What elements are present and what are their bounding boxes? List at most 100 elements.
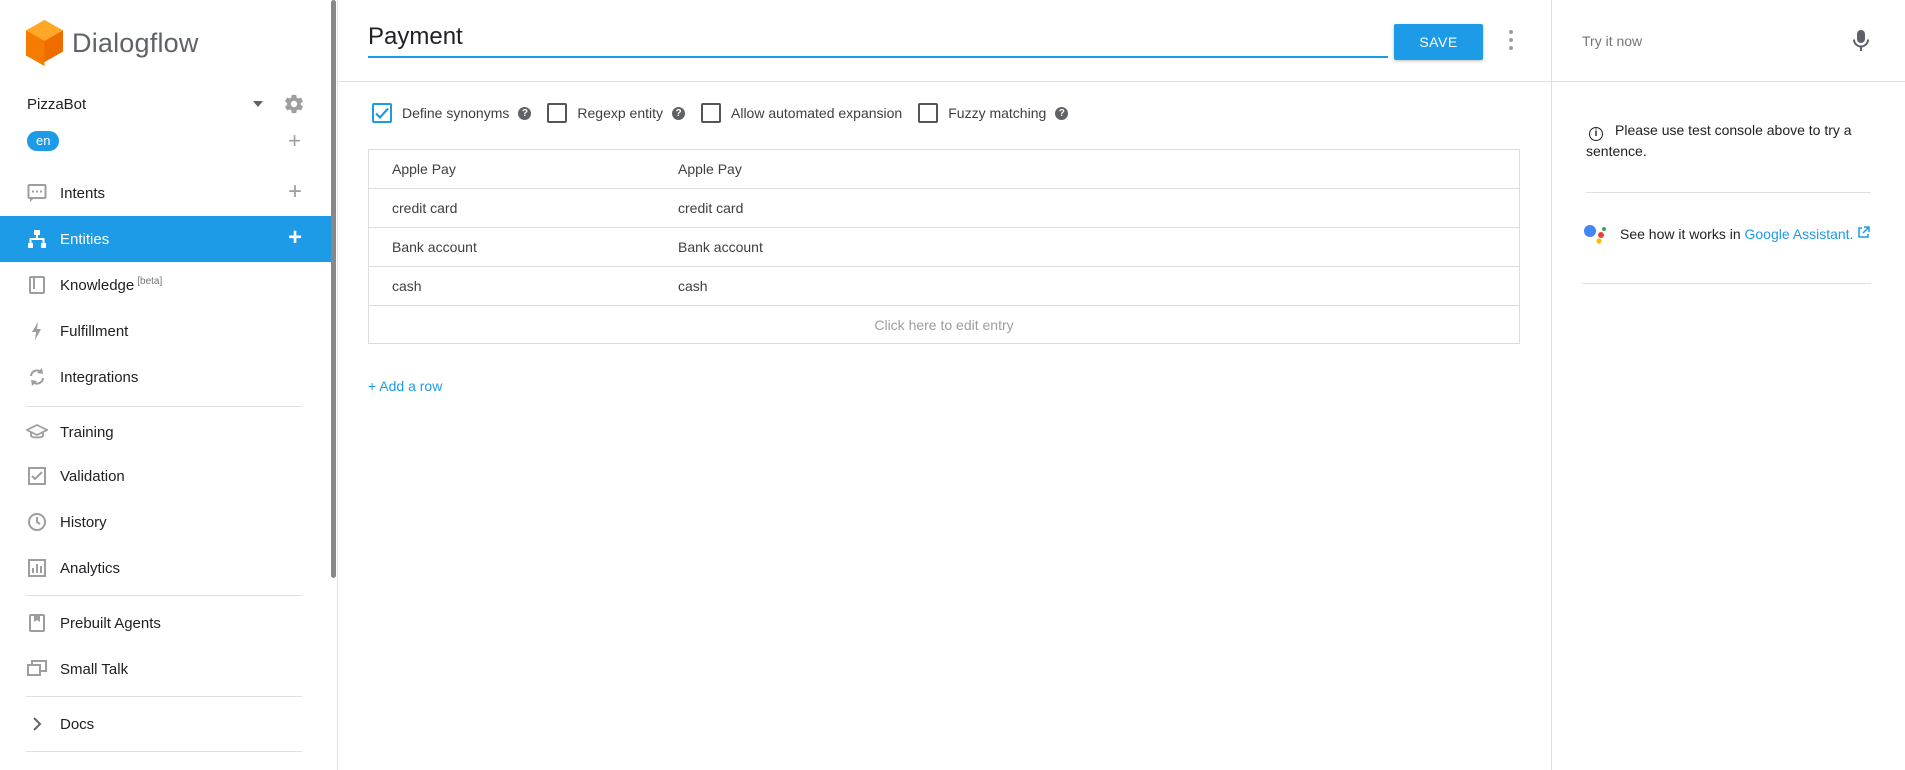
sidebar-item-label: Training	[60, 423, 114, 441]
option-label: Define synonyms	[402, 105, 510, 121]
sidebar-item-label: Docs	[60, 715, 95, 733]
option-label: Fuzzy matching	[948, 105, 1047, 121]
sidebar: Dialogflow PizzaBot en + Intents + Entit…	[0, 0, 338, 770]
sidebar-item-history[interactable]: History	[0, 499, 332, 545]
info-text: Please use test console above to try a s…	[1586, 122, 1852, 159]
ga-text: See how it works in Google Assistant.	[1620, 226, 1871, 242]
brand-name: Dialogflow	[72, 27, 199, 58]
checkbox-icon	[26, 465, 48, 487]
sync-icon	[26, 366, 48, 388]
try-it-now-bar	[1552, 0, 1905, 82]
add-entity-icon[interactable]: +	[288, 226, 302, 250]
beta-badge: [beta]	[137, 276, 163, 287]
book-icon	[26, 274, 48, 296]
option-fuzzy-matching[interactable]: Fuzzy matching ?	[918, 103, 1069, 123]
entity-name-input[interactable]	[368, 22, 1388, 58]
sidebar-scrollbar[interactable]	[331, 0, 336, 578]
add-intent-icon[interactable]: +	[288, 180, 302, 204]
sidebar-item-label: Prebuilt Agents	[60, 614, 161, 632]
sidebar-item-intents[interactable]: Intents +	[0, 170, 332, 216]
option-label: Regexp entity	[577, 105, 663, 121]
knowledge-label: Knowledge	[60, 277, 135, 294]
table-row[interactable]: credit card credit card	[369, 189, 1519, 228]
reference-value[interactable]: credit card	[369, 200, 678, 216]
sidebar-item-label: History	[60, 513, 107, 531]
microphone-icon[interactable]	[1853, 29, 1869, 52]
nav-divider	[26, 696, 302, 697]
sidebar-item-fulfillment[interactable]: Fulfillment	[0, 308, 332, 354]
synonyms-value[interactable]: cash	[678, 278, 1519, 294]
reference-value[interactable]: cash	[369, 278, 678, 294]
agent-name: PizzaBot	[27, 95, 87, 113]
sidebar-item-integrations[interactable]: Integrations	[0, 354, 332, 400]
option-regexp-entity[interactable]: Regexp entity ?	[547, 103, 685, 123]
google-assistant-link[interactable]: Google Assistant.	[1745, 226, 1854, 242]
fuzzy-matching-checkbox[interactable]	[918, 103, 939, 123]
external-link-icon[interactable]	[1857, 226, 1871, 239]
gear-icon[interactable]	[283, 93, 305, 115]
table-row[interactable]: cash cash	[369, 267, 1519, 306]
table-row[interactable]: Bank account Bank account	[369, 228, 1519, 267]
language-row: en +	[27, 130, 305, 152]
help-icon[interactable]: ?	[518, 106, 532, 120]
add-language-icon[interactable]: +	[288, 130, 301, 152]
console-info: i Please use test console above to try a …	[1586, 120, 1871, 193]
sidebar-item-training[interactable]: Training	[0, 411, 332, 453]
sidebar-item-label: Intents	[60, 184, 106, 202]
regexp-entity-checkbox[interactable]	[547, 103, 568, 123]
nav-divider	[26, 595, 302, 596]
sidebar-item-docs[interactable]: Docs	[0, 701, 332, 747]
google-assistant-promo: See how it works in Google Assistant.	[1582, 223, 1871, 284]
bar-chart-icon	[26, 557, 48, 579]
synonyms-value[interactable]: Apple Pay	[678, 161, 1519, 177]
sidebar-item-label: Fulfillment	[60, 322, 129, 340]
add-row-link[interactable]: + Add a row	[368, 378, 442, 394]
sidebar-item-knowledge[interactable]: Knowledge [beta]	[0, 262, 332, 308]
sidebar-item-analytics[interactable]: Analytics	[0, 545, 332, 591]
dialogflow-logo-icon	[26, 20, 63, 66]
table-row[interactable]: Apple Pay Apple Pay	[369, 150, 1519, 189]
sidebar-item-label: Validation	[60, 467, 125, 485]
sidebar-item-small-talk[interactable]: Small Talk	[0, 646, 332, 692]
sidebar-item-label: Knowledge [beta]	[60, 276, 162, 294]
reference-value[interactable]: Bank account	[369, 239, 678, 255]
chevron-right-icon	[26, 713, 48, 735]
more-options-icon[interactable]	[1508, 30, 1514, 50]
entity-editor: SAVE Define synonyms ? Regexp entity ? A…	[338, 0, 1551, 770]
info-icon: i	[1589, 126, 1603, 141]
entity-table: Apple Pay Apple Pay credit card credit c…	[368, 149, 1520, 344]
sidebar-item-prebuilt-agents[interactable]: Prebuilt Agents	[0, 600, 332, 646]
app-root: Dialogflow PizzaBot en + Intents + Entit…	[0, 0, 1905, 770]
test-console: iPlease use test console above to try a …	[1551, 0, 1905, 770]
edit-entry-row[interactable]: Click here to edit entry	[369, 306, 1519, 343]
ga-prefix: See how it works in	[1620, 226, 1741, 242]
option-define-synonyms[interactable]: Define synonyms ?	[372, 103, 532, 123]
google-assistant-icon	[1584, 225, 1606, 244]
bookmark-book-icon	[26, 612, 48, 634]
agent-selector[interactable]: PizzaBot	[27, 92, 305, 116]
reference-value[interactable]: Apple Pay	[369, 161, 678, 177]
allow-expansion-checkbox[interactable]	[701, 103, 721, 123]
synonyms-value[interactable]: Bank account	[678, 239, 1519, 255]
clock-icon	[26, 511, 48, 533]
try-it-now-input[interactable]	[1582, 32, 1853, 49]
nav-divider	[26, 751, 302, 752]
language-badge[interactable]: en	[27, 131, 60, 151]
synonyms-value[interactable]: credit card	[678, 200, 1519, 216]
help-icon[interactable]: ?	[1055, 106, 1069, 120]
chevron-down-icon[interactable]	[253, 101, 263, 107]
save-button[interactable]: SAVE	[1394, 24, 1483, 60]
option-allow-expansion[interactable]: Allow automated expansion	[701, 103, 902, 123]
sidebar-item-label: Entities	[60, 230, 110, 248]
help-icon[interactable]: ?	[672, 106, 685, 120]
logo[interactable]: Dialogflow	[26, 20, 199, 66]
sidebar-item-label: Integrations	[60, 368, 139, 386]
sidebar-item-validation[interactable]: Validation	[0, 453, 332, 499]
chat-bubble-icon	[26, 182, 48, 204]
hierarchy-icon	[26, 228, 48, 250]
graduation-cap-icon	[26, 421, 48, 443]
lightning-icon	[26, 320, 48, 342]
sidebar-item-entities[interactable]: Entities +	[0, 216, 332, 262]
sidebar-item-label: Small Talk	[60, 660, 129, 678]
define-synonyms-checkbox[interactable]	[372, 103, 392, 123]
